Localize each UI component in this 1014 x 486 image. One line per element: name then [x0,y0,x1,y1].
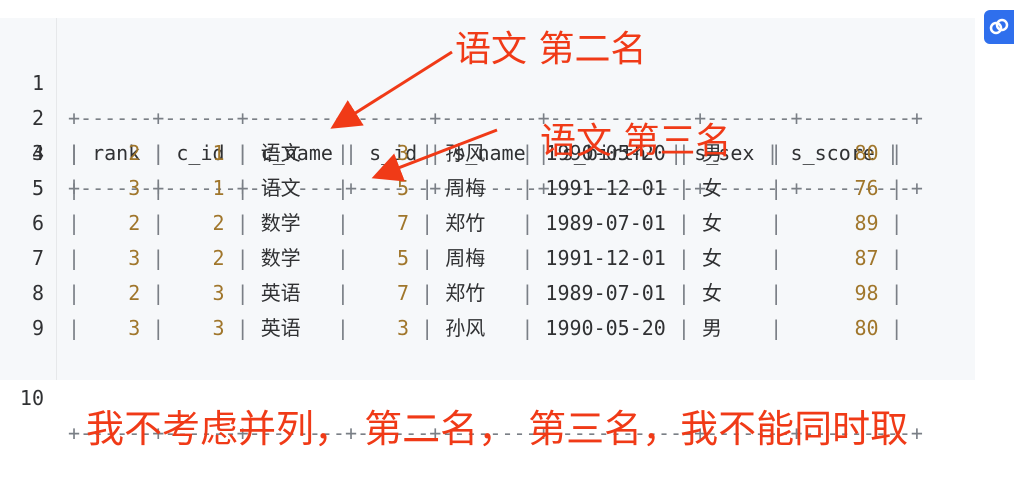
third-place-annotation: 语文 第三名 [540,121,732,162]
caption-annotation: 我不考虑并列， 第二名， 第三名，我不能同时取 [86,407,909,451]
arrow-to-second-place [330,50,453,129]
copy-icon [989,18,1009,35]
copy-button[interactable] [984,10,1014,44]
second-place-annotation: 语文 第二名 [455,29,647,70]
arrow-to-third-place [371,128,498,182]
